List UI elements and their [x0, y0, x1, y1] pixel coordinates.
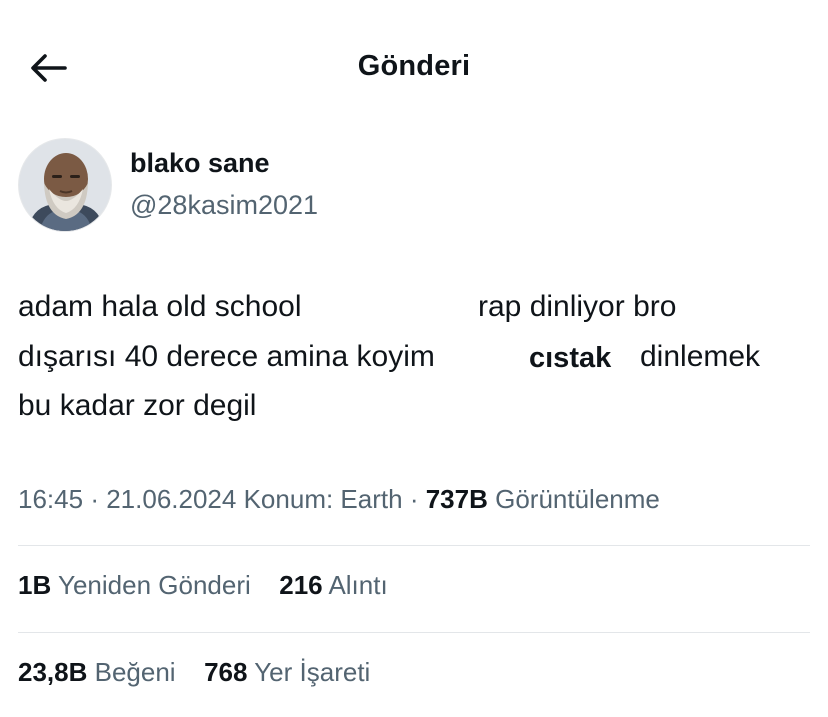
top-bar: Gönderi [0, 0, 828, 140]
engagement-row-likes: 23,8B Beğeni 768 Yer İşareti [18, 657, 370, 688]
tweet-text-line1-part2: rap dinliyor bro [478, 290, 677, 323]
views-count: 737B [425, 484, 488, 514]
tweet-meta: 16:45 · 21.06.2024 Konum: Earth · 737B G… [18, 484, 660, 515]
reposts-stat[interactable]: 1B Yeniden Gönderi [18, 570, 258, 600]
likes-count: 23,8B [18, 657, 88, 687]
tweet-text-line3: bu kadar zor degil [18, 389, 257, 422]
bookmarks-stat[interactable]: 768 Yer İşareti [204, 657, 370, 687]
views-label: Görüntülenme [495, 484, 660, 514]
tweet-time[interactable]: 16:45 [18, 484, 83, 514]
quotes-stat[interactable]: 216 Alıntı [279, 570, 387, 600]
author-display-name[interactable]: blako sane [130, 148, 270, 179]
divider [18, 545, 810, 546]
bookmarks-label: Yer İşareti [254, 657, 371, 687]
tweet-text-line1-part1: adam hala old school [18, 290, 302, 323]
tweet-location: Konum: Earth [243, 484, 403, 514]
quotes-count: 216 [279, 570, 323, 600]
quotes-label: Alıntı [328, 570, 388, 600]
reposts-count: 1B [18, 570, 52, 600]
avatar-photo [19, 139, 111, 231]
likes-stat[interactable]: 23,8B Beğeni [18, 657, 183, 687]
engagement-row-reposts: 1B Yeniden Gönderi 216 Alıntı [18, 570, 388, 601]
bookmarks-count: 768 [204, 657, 248, 687]
avatar[interactable] [18, 138, 112, 232]
likes-label: Beğeni [94, 657, 176, 687]
tweet-text-line2-part3: dinlemek [640, 340, 761, 373]
author-handle[interactable]: @28kasim2021 [130, 190, 318, 221]
tweet-text-line2-part1: dışarısı 40 derece amina koyim [18, 340, 435, 373]
tweet-text-emphasis: cıstak [529, 342, 612, 374]
meta-separator: · [409, 484, 419, 514]
reposts-label: Yeniden Gönderi [58, 570, 251, 600]
page-title: Gönderi [357, 50, 471, 82]
divider [18, 632, 810, 633]
meta-separator: · [90, 484, 99, 514]
tweet-date[interactable]: 21.06.2024 [106, 484, 236, 514]
